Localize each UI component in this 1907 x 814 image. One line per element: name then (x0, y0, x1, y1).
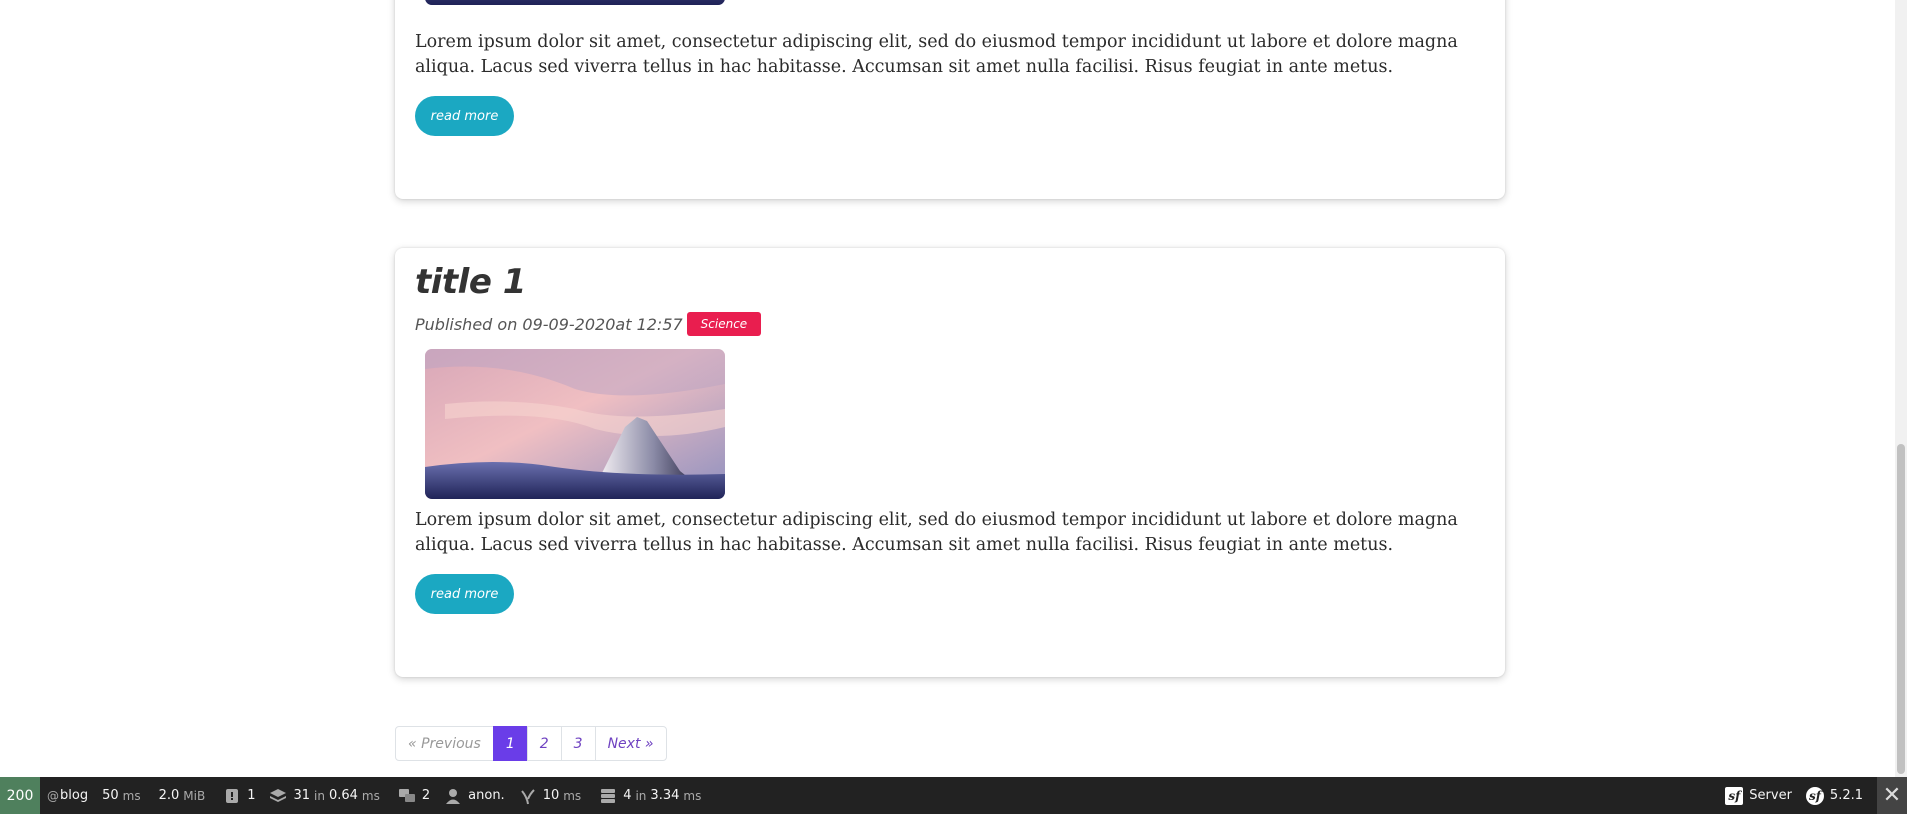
post-thumbnail[interactable] (425, 349, 725, 499)
time-unit: ms (122, 788, 141, 803)
route-name: blog (60, 788, 89, 803)
logs-count: 1 (247, 788, 256, 803)
database-item[interactable]: 31 in 0.64 ms (262, 777, 390, 814)
post-title[interactable]: title 1 (415, 262, 526, 302)
page-viewport: Lorem ipsum dolor sit amet, consectetur … (0, 0, 1907, 777)
post-meta: Published on 09-09-2020at 12:57 Science (415, 312, 762, 336)
memory-item[interactable]: 2.0 MiB (152, 777, 217, 814)
pagination-previous[interactable]: « Previous (395, 726, 494, 761)
symfony-server-icon: sf (1725, 786, 1744, 805)
scrollbar-thumb[interactable] (1897, 444, 1905, 774)
translations-count: 2 (421, 788, 431, 803)
db-time: 0.64 (328, 788, 358, 803)
log-icon (226, 788, 239, 803)
logs-item[interactable]: 1 (216, 777, 262, 814)
cache-item[interactable]: 4 in 3.34 ms (592, 777, 712, 814)
user-name: anon. (468, 788, 505, 803)
cache-calls: 4 (623, 788, 632, 803)
pagination-page-3[interactable]: 3 (560, 726, 596, 761)
server-label: Server (1749, 788, 1792, 803)
status-code-badge[interactable]: 200 (0, 777, 40, 814)
memory-unit: MiB (183, 788, 206, 803)
post-excerpt: Lorem ipsum dolor sit amet, consectetur … (415, 510, 1458, 555)
pagination-next[interactable]: Next » (594, 726, 667, 761)
route-prefix: @ (47, 788, 59, 803)
post-excerpt: Lorem ipsum dolor sit amet, consectetur … (415, 32, 1458, 77)
twig-item[interactable]: 10 ms (512, 777, 593, 814)
db-unit: ms (361, 788, 380, 803)
route-item[interactable]: @ blog (40, 777, 95, 814)
post-thumbnail[interactable] (425, 0, 725, 5)
db-in: in (314, 788, 325, 803)
server-item[interactable]: sf Server (1718, 777, 1799, 814)
twig-time: 10 (542, 788, 560, 803)
close-toolbar-button[interactable]: ✕ (1877, 777, 1907, 814)
pagination: « Previous 1 2 3 Next » (395, 726, 667, 761)
read-more-button[interactable]: read more (415, 96, 514, 136)
cache-unit: ms (683, 788, 702, 803)
twig-unit: ms (563, 788, 582, 803)
database-layers-icon (270, 788, 287, 802)
user-item[interactable]: anon. (437, 777, 512, 814)
category-badge[interactable]: Science (686, 312, 762, 336)
mountain-image (425, 349, 725, 499)
translations-item[interactable]: 2 (391, 777, 437, 814)
vertical-scrollbar[interactable] (1895, 0, 1907, 777)
published-date: Published on 09-09-2020at 12:57 (415, 314, 683, 334)
symfony-version: 5.2.1 (1829, 788, 1863, 803)
user-icon (446, 788, 461, 804)
cache-in: in (635, 788, 647, 803)
cache-icon (601, 788, 616, 803)
memory-value: 2.0 (158, 788, 180, 803)
pagination-page-1[interactable]: 1 (492, 726, 528, 761)
time-value: 50 (102, 788, 119, 803)
cache-time: 3.34 (650, 788, 680, 803)
debug-toolbar: 200 @ blog 50 ms 2.0 MiB 1 31 in 0.64 ms (0, 777, 1907, 814)
post-card: Lorem ipsum dolor sit amet, consectetur … (395, 0, 1505, 199)
symfony-logo-icon: sf (1805, 786, 1824, 805)
read-more-button[interactable]: read more (415, 574, 514, 614)
twig-icon (520, 788, 535, 804)
symfony-version-item[interactable]: sf 5.2.1 (1799, 777, 1877, 814)
post-card: title 1 Published on 09-09-2020at 12:57 … (395, 248, 1505, 677)
db-queries: 31 (293, 788, 311, 803)
pagination-page-2[interactable]: 2 (526, 726, 562, 761)
translation-icon (398, 788, 415, 802)
time-item[interactable]: 50 ms (95, 777, 152, 814)
mountain-image (425, 0, 725, 5)
